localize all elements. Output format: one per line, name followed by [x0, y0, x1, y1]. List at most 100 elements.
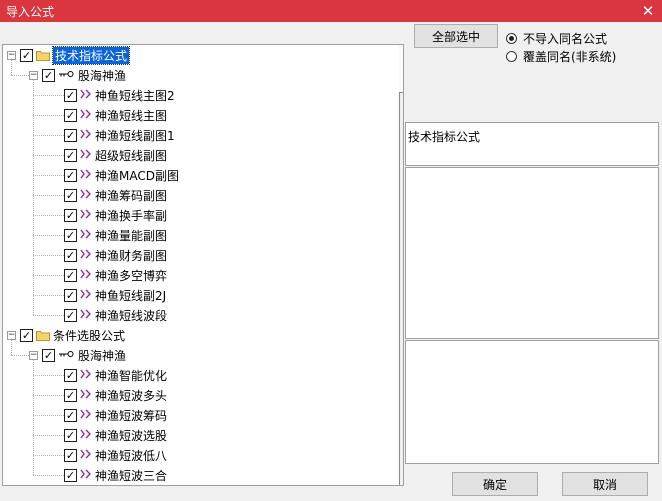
tree-connector	[33, 415, 64, 416]
tree-node-item[interactable]: ✓ 神鱼短线副2J	[64, 286, 166, 304]
folder-icon	[36, 330, 50, 341]
formula-icon	[80, 389, 92, 402]
formula-detail-box	[405, 340, 659, 464]
tree-node-item[interactable]: ✓ 神渔短波多头	[64, 386, 167, 404]
radio-dot-skip	[509, 36, 514, 41]
tree-node-folder[interactable]: − ✓ 条件选股公式	[7, 326, 125, 344]
tree-connector	[33, 295, 64, 296]
tree-node-item[interactable]: ✓ 神渔短波三合	[64, 466, 167, 484]
tree-connector	[33, 395, 64, 396]
node-label: 神渔短线波段	[95, 308, 168, 323]
formula-icon	[80, 289, 92, 302]
formula-icon	[80, 449, 92, 462]
tree-node-item[interactable]: ✓ 神渔短波选股	[64, 426, 167, 444]
tree-node-item[interactable]: ✓ 神渔智能优化	[64, 366, 167, 384]
tree-node-folder[interactable]: − ✓ 技术指标公式	[7, 45, 131, 65]
radio-skip-same-name[interactable]	[506, 33, 517, 44]
formula-icon	[80, 169, 92, 182]
collapse-icon[interactable]: −	[29, 70, 38, 80]
collapse-icon[interactable]: −	[7, 330, 16, 340]
tree-node-item[interactable]: ✓ 神渔短线主图	[64, 106, 167, 124]
tree-connector	[33, 155, 64, 156]
node-checkbox[interactable]: ✓	[64, 408, 77, 422]
tree-connector	[33, 235, 64, 236]
node-label: 神鱼短线主图2	[95, 88, 175, 103]
close-icon[interactable]: ✕	[634, 0, 662, 22]
category-info-box: 技术指标公式	[405, 122, 659, 166]
tree-node-item[interactable]: ✓ 神渔短波低八	[64, 446, 167, 464]
tree-node-key[interactable]: − ✓ 股海神渔	[29, 346, 126, 364]
formula-icon	[80, 229, 92, 242]
dialog-body: − ✓ 技术指标公式 − ✓ 股海神渔 ✓ 神鱼短线主图2 ✓ 神渔短线主图 ✓ 神渔短线副图1 ✓ 超级…	[0, 22, 662, 501]
tree-node-item[interactable]: ✓ 神渔短线波段	[64, 306, 167, 324]
node-label: 神渔短波多头	[95, 388, 168, 403]
node-checkbox[interactable]: ✓	[64, 248, 77, 262]
ok-button[interactable]: 确定	[452, 472, 538, 496]
option-overwrite-same-name[interactable]: 覆盖同名(非系统)	[506, 48, 616, 65]
title-bar: 导入公式 ✕	[0, 0, 662, 22]
tree-node-key[interactable]: − ✓ 股海神渔	[29, 66, 126, 84]
tree-node-item[interactable]: ✓ 神鱼短线主图2	[64, 86, 175, 104]
node-checkbox[interactable]: ✓	[64, 468, 77, 482]
node-checkbox[interactable]: ✓	[64, 448, 77, 462]
node-checkbox[interactable]: ✓	[64, 128, 77, 142]
tree-node-item[interactable]: ✓ 神渔MACD副图	[64, 166, 179, 184]
node-label: 神渔短波选股	[95, 428, 168, 443]
tree-node-item[interactable]: ✓ 神渔短波筹码	[64, 406, 167, 424]
tree-connector	[33, 255, 64, 256]
cancel-button[interactable]: 取消	[562, 472, 648, 496]
tree-node-item[interactable]: ✓ 神渔多空博弈	[64, 266, 167, 284]
node-checkbox[interactable]: ✓	[64, 208, 77, 222]
node-checkbox[interactable]: ✓	[64, 108, 77, 122]
node-checkbox[interactable]: ✓	[64, 428, 77, 442]
tree-node-item[interactable]: ✓ 神渔财务副图	[64, 246, 167, 264]
node-label: 神渔短波三合	[95, 468, 168, 483]
tree-scrollbar[interactable]	[398, 45, 403, 485]
tree-connector	[33, 435, 64, 436]
node-checkbox[interactable]: ✓	[42, 348, 55, 362]
node-checkbox[interactable]: ✓	[64, 188, 77, 202]
window-title: 导入公式	[6, 5, 55, 19]
node-label: 神渔财务副图	[95, 248, 168, 263]
tree-connector	[33, 95, 64, 96]
node-checkbox[interactable]: ✓	[64, 388, 77, 402]
node-checkbox[interactable]: ✓	[64, 368, 77, 382]
node-label: 神渔短波筹码	[95, 408, 168, 423]
node-label: 条件选股公式	[53, 328, 126, 343]
formula-icon	[80, 249, 92, 262]
collapse-icon[interactable]: −	[29, 350, 38, 360]
select-all-button[interactable]: 全部选中	[414, 24, 498, 48]
formula-tree[interactable]: − ✓ 技术指标公式 − ✓ 股海神渔 ✓ 神鱼短线主图2 ✓ 神渔短线主图 ✓ 神渔短线副图1 ✓ 超级…	[2, 44, 404, 486]
node-checkbox[interactable]: ✓	[64, 268, 77, 282]
node-label: 神渔MACD副图	[95, 168, 179, 183]
tree-connector	[33, 175, 64, 176]
formula-icon	[80, 269, 92, 282]
node-checkbox[interactable]: ✓	[64, 288, 77, 302]
option-skip-same-name[interactable]: 不导入同名公式	[506, 30, 607, 47]
formula-icon	[80, 429, 92, 442]
collapse-icon[interactable]: −	[7, 50, 16, 60]
node-checkbox[interactable]: ✓	[64, 308, 77, 322]
tree-node-item[interactable]: ✓ 神渔量能副图	[64, 226, 167, 244]
node-label: 神鱼短线副2J	[95, 288, 167, 303]
tree-connector	[33, 135, 64, 136]
node-checkbox[interactable]: ✓	[20, 48, 33, 62]
tree-connector	[11, 355, 29, 356]
tree-node-item[interactable]: ✓ 神渔换手率副	[64, 206, 167, 224]
tree-node-item[interactable]: ✓ 超级短线副图	[64, 146, 167, 164]
node-checkbox[interactable]: ✓	[64, 168, 77, 182]
node-checkbox[interactable]: ✓	[64, 148, 77, 162]
tree-node-item[interactable]: ✓ 神渔短线副图1	[64, 126, 175, 144]
formula-icon	[80, 369, 92, 382]
node-checkbox[interactable]: ✓	[42, 68, 55, 82]
tree-connector	[33, 80, 34, 315]
scrollbar-thumb[interactable]	[399, 92, 403, 485]
tree-connector	[33, 375, 64, 376]
tree-node-item[interactable]: ✓ 神渔筹码副图	[64, 186, 167, 204]
node-checkbox[interactable]: ✓	[20, 328, 33, 342]
formula-icon	[80, 469, 92, 482]
node-checkbox[interactable]: ✓	[64, 228, 77, 242]
node-checkbox[interactable]: ✓	[64, 88, 77, 102]
tree-connector	[33, 475, 64, 476]
radio-overwrite-same-name[interactable]	[506, 51, 517, 62]
